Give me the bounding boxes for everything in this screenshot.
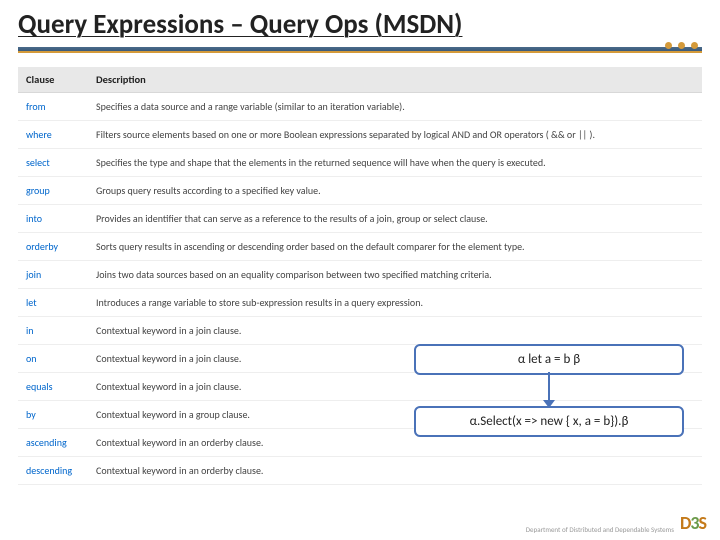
title-separator bbox=[18, 47, 702, 53]
clause-cell: into bbox=[18, 205, 88, 233]
logo-s: S bbox=[698, 512, 706, 534]
desc-cell: Filters source elements based on one or … bbox=[88, 121, 702, 149]
logo-d: D bbox=[680, 512, 690, 534]
clause-cell: in bbox=[18, 317, 88, 345]
callout-select-translation: α.Select(x => new { x, a = b}).β bbox=[414, 406, 684, 437]
header-description: Description bbox=[88, 67, 702, 93]
table-row: intoProvides an identifier that can serv… bbox=[18, 205, 702, 233]
table-row: letIntroduces a range variable to store … bbox=[18, 289, 702, 317]
clause-cell: on bbox=[18, 345, 88, 373]
clause-cell: orderby bbox=[18, 233, 88, 261]
clause-cell: descending bbox=[18, 457, 88, 485]
clause-cell: where bbox=[18, 121, 88, 149]
table-row: orderbySorts query results in ascending … bbox=[18, 233, 702, 261]
clause-cell: select bbox=[18, 149, 88, 177]
table-row: whereFilters source elements based on on… bbox=[18, 121, 702, 149]
decorative-dots bbox=[665, 42, 698, 49]
clause-cell: equals bbox=[18, 373, 88, 401]
clause-cell: join bbox=[18, 261, 88, 289]
clause-cell: let bbox=[18, 289, 88, 317]
desc-cell: Contextual keyword in a join clause. bbox=[88, 317, 702, 345]
desc-cell: Specifies a data source and a range vari… bbox=[88, 93, 702, 121]
table-row: groupGroups query results according to a… bbox=[18, 177, 702, 205]
desc-cell: Introduces a range variable to store sub… bbox=[88, 289, 702, 317]
table-row: joinJoins two data sources based on an e… bbox=[18, 261, 702, 289]
desc-cell: Groups query results according to a spec… bbox=[88, 177, 702, 205]
clause-cell: ascending bbox=[18, 429, 88, 457]
desc-cell: Sorts query results in ascending or desc… bbox=[88, 233, 702, 261]
callout-let-syntax: α let a = b β bbox=[414, 344, 684, 375]
table-row: selectSpecifies the type and shape that … bbox=[18, 149, 702, 177]
desc-cell: Contextual keyword in an orderby clause. bbox=[88, 457, 702, 485]
desc-cell: Joins two data sources based on an equal… bbox=[88, 261, 702, 289]
table-row: equalsContextual keyword in a join claus… bbox=[18, 373, 702, 401]
table-row: inContextual keyword in a join clause. bbox=[18, 317, 702, 345]
clause-cell: by bbox=[18, 401, 88, 429]
desc-cell: Contextual keyword in a join clause. bbox=[88, 373, 702, 401]
footer-dept-label: Department of Distributed and Dependable… bbox=[526, 526, 674, 534]
clause-cell: from bbox=[18, 93, 88, 121]
clause-cell: group bbox=[18, 177, 88, 205]
desc-cell: Specifies the type and shape that the el… bbox=[88, 149, 702, 177]
table-row: descendingContextual keyword in an order… bbox=[18, 457, 702, 485]
table-row: fromSpecifies a data source and a range … bbox=[18, 93, 702, 121]
header-clause: Clause bbox=[18, 67, 88, 93]
footer: Department of Distributed and Dependable… bbox=[526, 512, 706, 534]
d3s-logo: D3S bbox=[680, 512, 706, 534]
page-title: Query Expressions – Query Ops (MSDN) bbox=[0, 0, 720, 43]
desc-cell: Provides an identifier that can serve as… bbox=[88, 205, 702, 233]
